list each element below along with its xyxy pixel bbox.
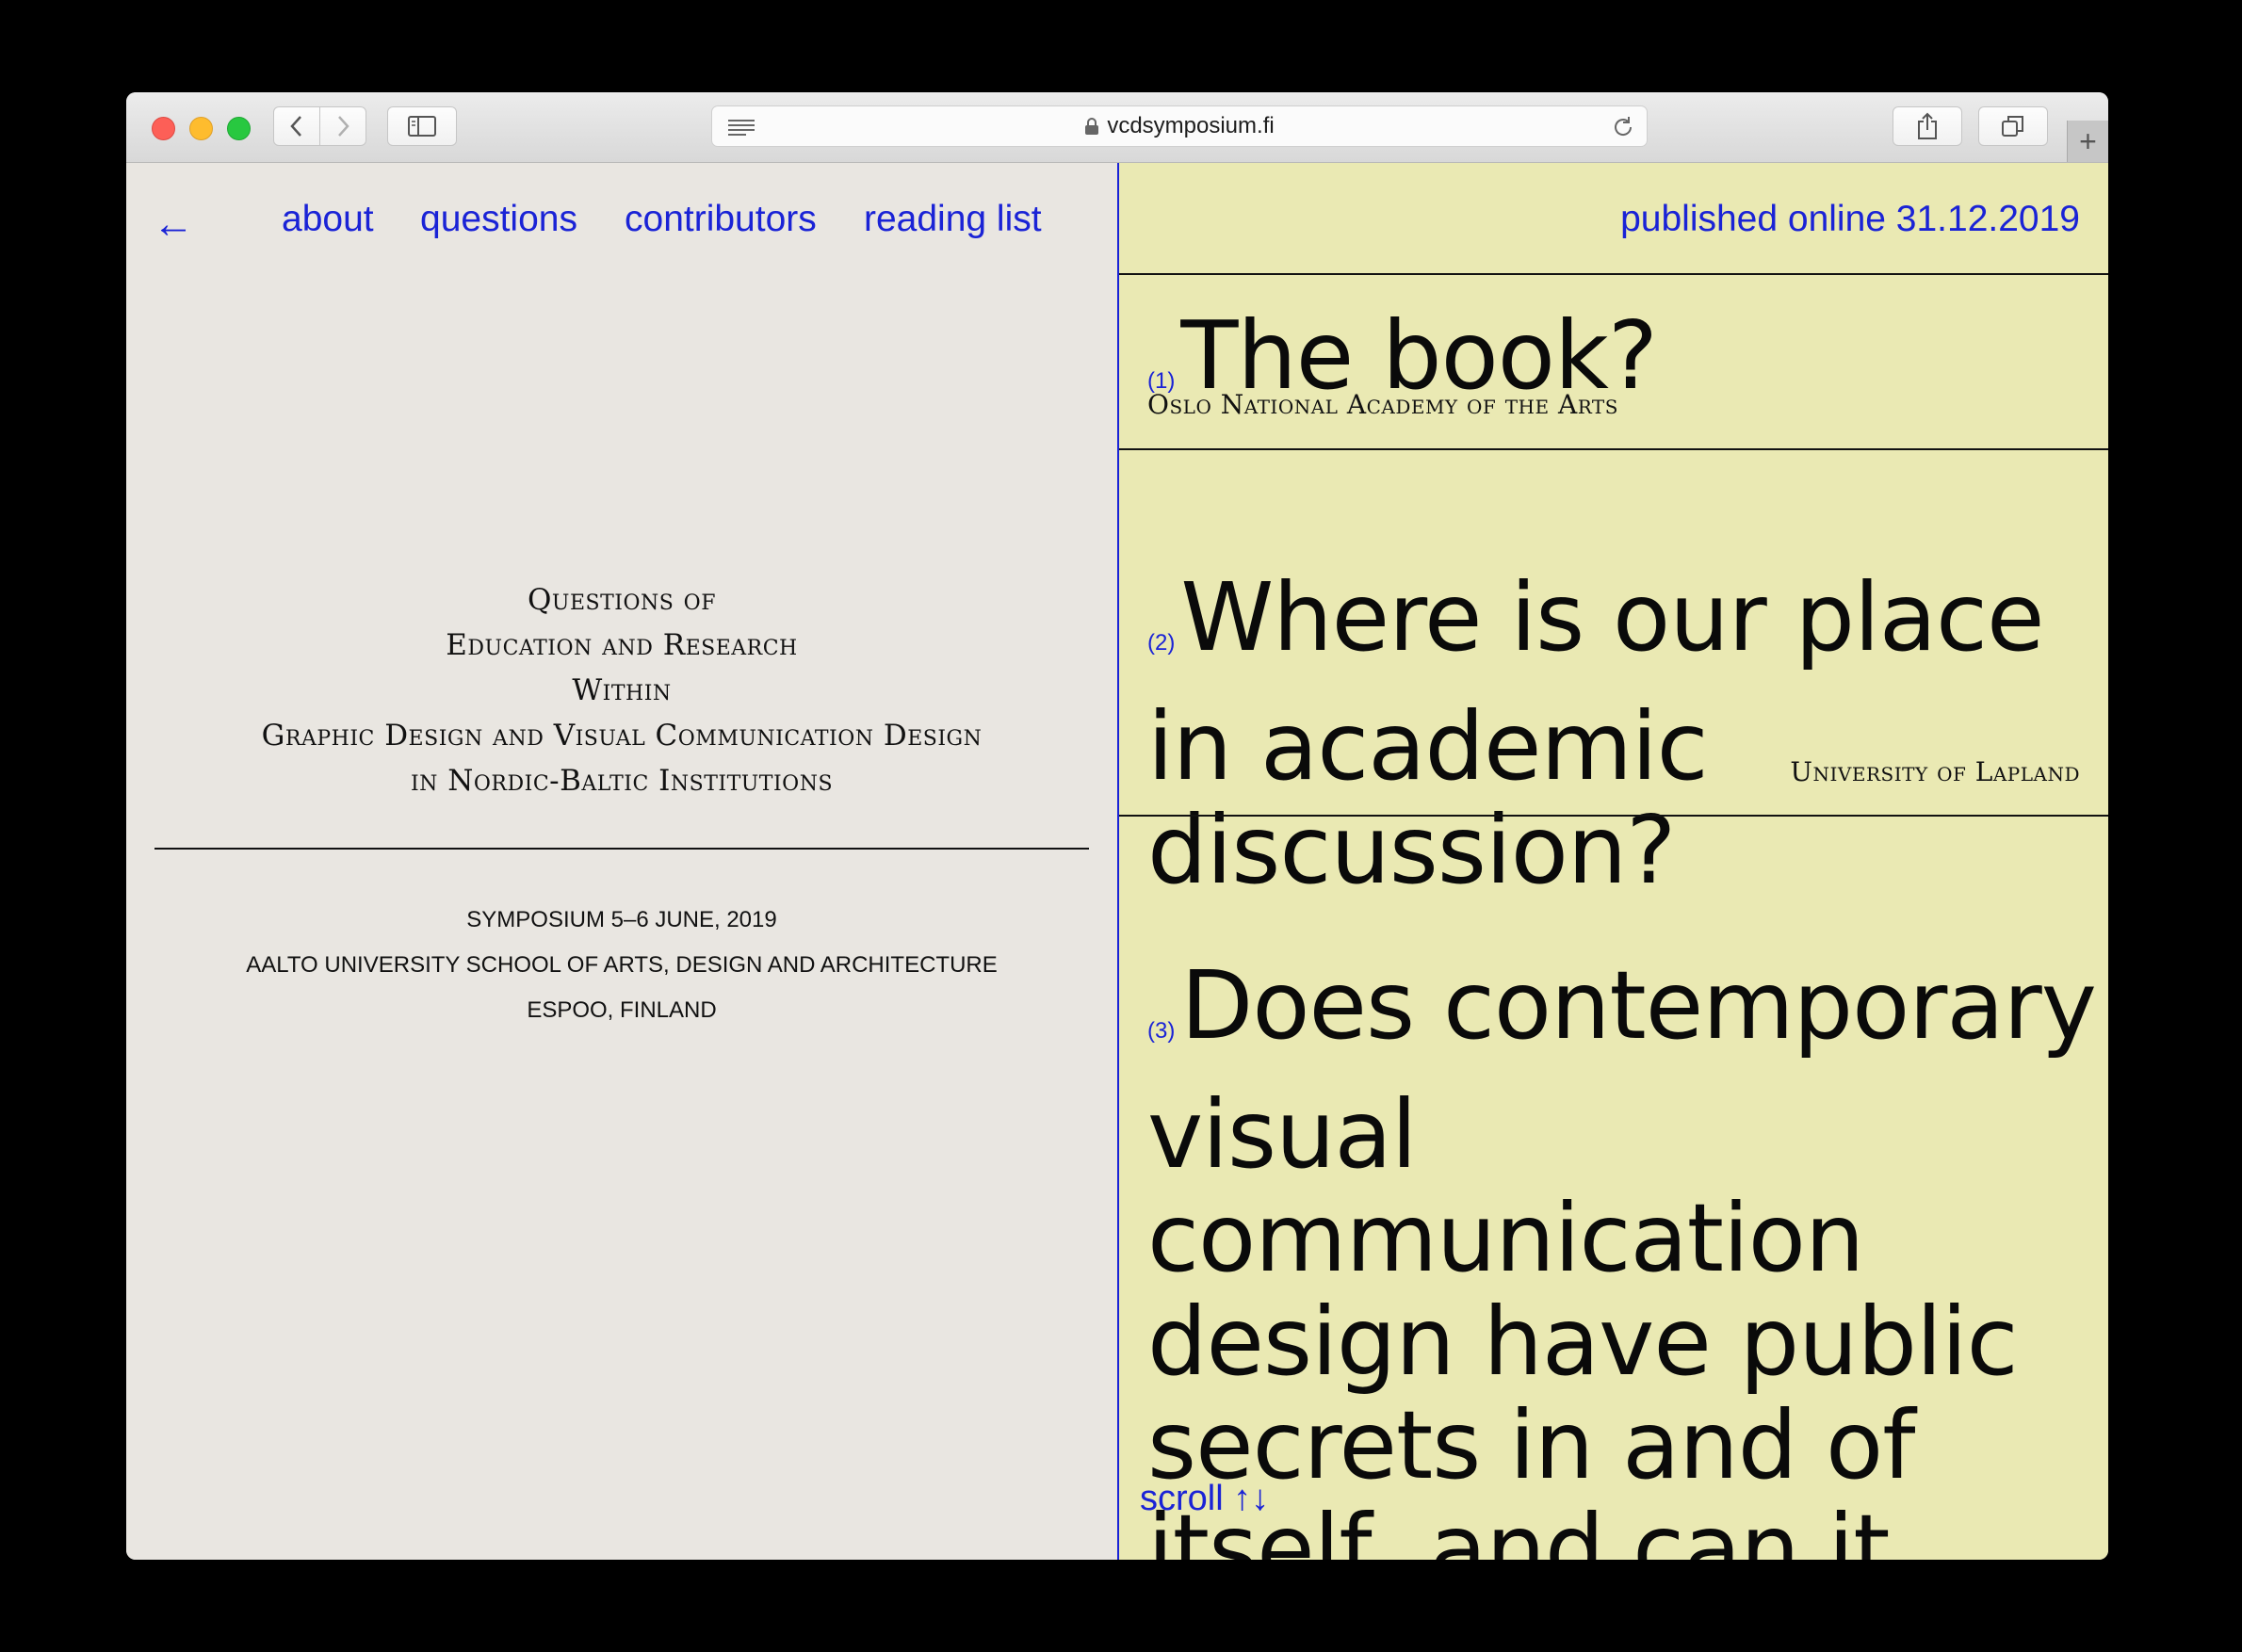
question-text: Where is our place in academic discussio…: [1147, 562, 2045, 905]
plus-icon: +: [2079, 123, 2097, 158]
title-line: Within: [572, 673, 672, 707]
address-bar[interactable]: vcdsymposium.fi: [711, 105, 1648, 147]
nav-reading-list[interactable]: reading list: [864, 199, 1042, 240]
question-3[interactable]: (3)Does contemporary visual communicatio…: [1147, 954, 2099, 1561]
reload-icon[interactable]: [1611, 115, 1635, 139]
title-line: Education and Research: [446, 628, 798, 662]
info-line: SYMPOSIUM 5–6 JUNE, 2019: [466, 907, 777, 932]
sidebar-icon: [408, 116, 436, 137]
title-divider: [154, 848, 1089, 850]
title-line: Graphic Design and Visual Communication …: [261, 719, 983, 753]
section-divider: [1119, 815, 2108, 817]
question-number: (2): [1147, 630, 1176, 656]
nav-about[interactable]: about: [282, 199, 374, 240]
symposium-title: Questions of Education and Research With…: [126, 577, 1117, 803]
nav-questions[interactable]: questions: [420, 199, 577, 240]
question-text: Does contemporary visual communication d…: [1147, 950, 2097, 1561]
minimize-window-button[interactable]: [189, 117, 213, 140]
chevron-right-icon: [338, 116, 349, 137]
back-arrow-link[interactable]: ←: [153, 201, 194, 248]
tabs-icon: [2002, 116, 2023, 137]
zoom-window-button[interactable]: [227, 117, 251, 140]
back-button[interactable]: [273, 106, 320, 146]
scroll-hint[interactable]: scroll ↑↓: [1140, 1479, 1269, 1519]
right-panel[interactable]: published online 31.12.2019 (1)The book?…: [1119, 163, 2108, 1560]
share-button[interactable]: [1893, 106, 1962, 146]
forward-button[interactable]: [319, 106, 366, 146]
url-text: vcdsymposium.fi: [1107, 113, 1275, 138]
info-line: ESPOO, FINLAND: [527, 997, 717, 1023]
question-number: (3): [1147, 1018, 1176, 1044]
title-line: in Nordic-Baltic Institutions: [410, 764, 834, 798]
left-panel: ← about questions contributors reading l…: [126, 163, 1119, 1560]
tabs-overview-button[interactable]: [1978, 106, 2048, 146]
share-icon: [1918, 112, 1937, 139]
section-divider: [1119, 448, 2108, 450]
chevron-left-icon: [290, 116, 301, 137]
lock-icon: [1085, 118, 1099, 135]
close-window-button[interactable]: [152, 117, 175, 140]
browser-toolbar: vcdsymposium.fi +: [126, 92, 2108, 163]
symposium-info: SYMPOSIUM 5–6 JUNE, 2019 AALTO UNIVERSIT…: [126, 898, 1117, 1033]
title-line: Questions of: [528, 583, 716, 617]
url-display: vcdsymposium.fi: [712, 106, 1647, 146]
question-2[interactable]: (2)Where is our place in academic discus…: [1147, 566, 2089, 902]
nav-contributors[interactable]: contributors: [625, 199, 817, 240]
info-line: AALTO UNIVERSITY SCHOOL OF ARTS, DESIGN …: [246, 952, 998, 978]
new-tab-button[interactable]: +: [2067, 121, 2108, 162]
section-divider: [1119, 273, 2108, 275]
question-2-institution: University of Lapland: [1790, 756, 2080, 787]
question-1-institution: Oslo National Academy of the Arts: [1147, 389, 1618, 420]
sidebar-toggle-button[interactable]: [387, 106, 457, 146]
published-date: published online 31.12.2019: [1620, 199, 2080, 239]
browser-window: vcdsymposium.fi + ← about questions cont…: [126, 92, 2108, 1560]
